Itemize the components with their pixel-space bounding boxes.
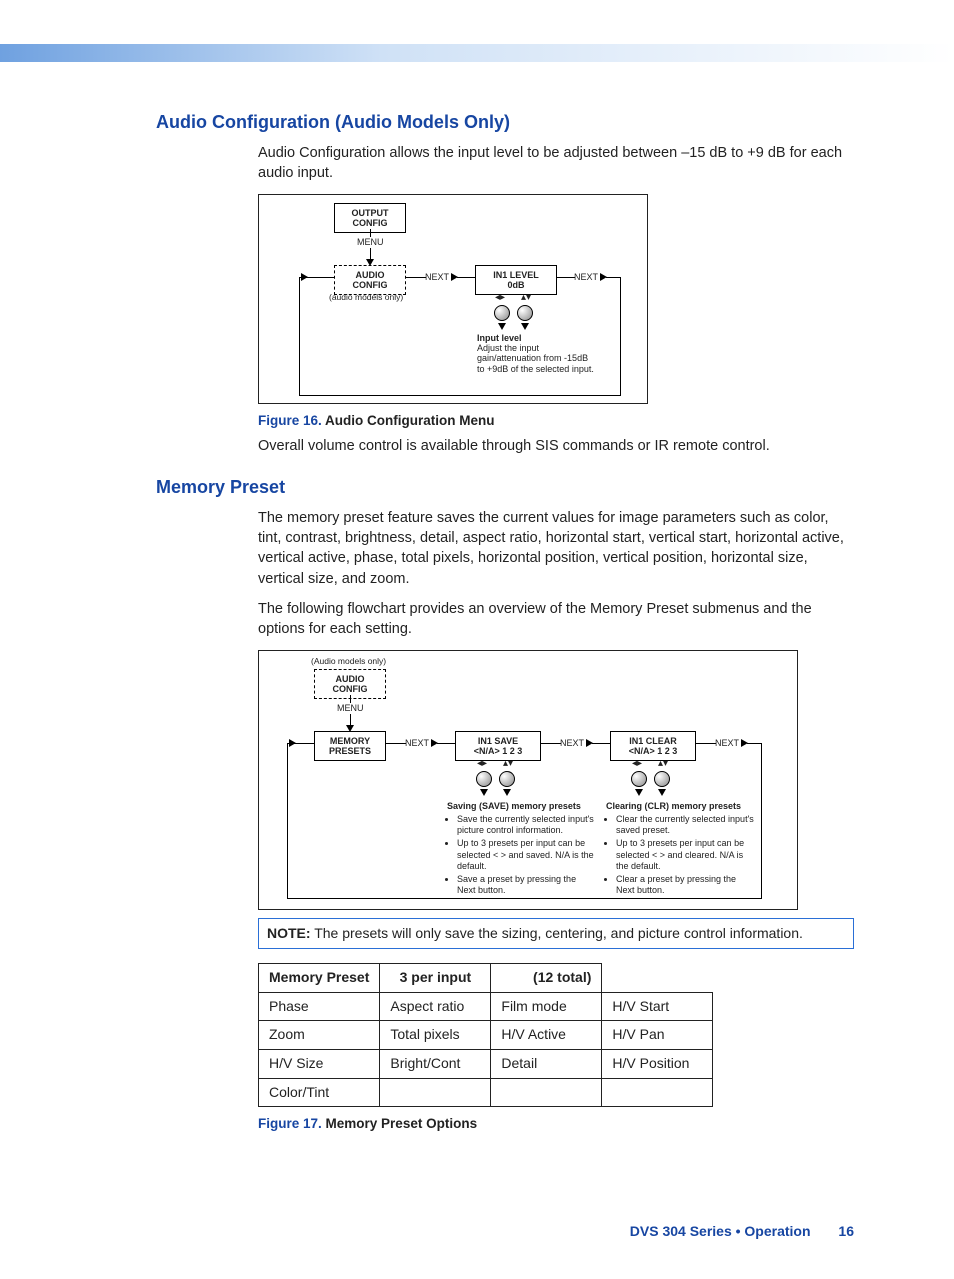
table-cell xyxy=(491,1078,602,1107)
save-bullets-title: Saving (SAVE) memory presets xyxy=(447,801,597,812)
table-cell: Film mode xyxy=(491,992,602,1021)
label-next-m3: NEXT xyxy=(715,738,739,748)
save-bullet-3: Save a preset by pressing the Next butto… xyxy=(457,874,597,897)
table-row: Color/Tint xyxy=(259,1078,713,1107)
knob-icon xyxy=(499,771,515,787)
heading-audio-config: Audio Configuration (Audio Models Only) xyxy=(156,112,854,133)
table-cell: H/V Pan xyxy=(602,1021,713,1050)
clear-bullet-2: Up to 3 presets per input can be selecte… xyxy=(616,838,756,872)
table-cell: Total pixels xyxy=(380,1021,491,1050)
table-cell: Aspect ratio xyxy=(380,992,491,1021)
knob-left-icon xyxy=(494,305,510,321)
clear-bullet-3: Clear a preset by pressing the Next butt… xyxy=(616,874,756,897)
table-cell: H/V Size xyxy=(259,1049,380,1078)
figure-17-title: Memory Preset Options xyxy=(322,1116,477,1131)
table-cell: Zoom xyxy=(259,1021,380,1050)
para-memory-intro: The memory preset feature saves the curr… xyxy=(258,508,854,589)
table-cell: 3 per input xyxy=(380,964,491,993)
para-memory-flowchart: The following flowchart provides an over… xyxy=(258,599,854,640)
page-footer: DVS 304 Series • Operation 16 xyxy=(630,1223,854,1239)
label-next-1: NEXT xyxy=(425,272,449,282)
box-in1-save: IN1 SAVE<N/A> 1 2 3 xyxy=(455,731,541,762)
table-cell: Phase xyxy=(259,992,380,1021)
table-row: Memory Preset 3 per input (12 total) xyxy=(259,964,713,993)
table-cell: (12 total) xyxy=(491,964,602,993)
box-memory-presets: MEMORYPRESETS xyxy=(314,731,386,762)
box-in1-level: IN1 LEVEL0dB xyxy=(475,265,557,296)
ud-arrows-icon: ▴▾ xyxy=(521,293,531,303)
label-next-m2: NEXT xyxy=(560,738,584,748)
heading-memory-preset: Memory Preset xyxy=(156,477,854,498)
ud-arrows-icon-2: ▴▾ xyxy=(503,759,513,769)
figure-16-diagram: OUTPUTCONFIG MENU AUDIOCONFIG (audio mod… xyxy=(258,194,648,404)
table-cell xyxy=(602,964,713,993)
note-label: NOTE: xyxy=(267,925,311,941)
label-menu-2: MENU xyxy=(337,703,364,713)
label-input-level-title: Input level xyxy=(477,333,522,343)
label-audio-models-only-2: (Audio models only) xyxy=(311,657,386,667)
label-audio-models-only: (audio models only) xyxy=(329,293,403,303)
table-row: Phase Aspect ratio Film mode H/V Start xyxy=(259,992,713,1021)
label-menu: MENU xyxy=(357,237,384,247)
save-bullet-2: Up to 3 presets per input can be selecte… xyxy=(457,838,597,872)
memory-preset-table: Memory Preset 3 per input (12 total) Pha… xyxy=(258,963,713,1107)
lr-arrows-icon-3: ◂▸ xyxy=(632,759,642,769)
label-next-m1: NEXT xyxy=(405,738,429,748)
figure-16-number: Figure 16. xyxy=(258,413,322,428)
knob-icon xyxy=(631,771,647,787)
box-in1-clear: IN1 CLEAR<N/A> 1 2 3 xyxy=(610,731,696,762)
footer-page-number: 16 xyxy=(838,1223,854,1239)
table-cell: H/V Position xyxy=(602,1049,713,1078)
para-audio-intro: Audio Configuration allows the input lev… xyxy=(258,143,854,184)
note-text: The presets will only save the sizing, c… xyxy=(311,925,803,941)
table-cell: Memory Preset xyxy=(259,964,380,993)
figure-17-number: Figure 17. xyxy=(258,1116,322,1131)
para-overall-volume: Overall volume control is available thro… xyxy=(258,436,854,456)
knob-icon xyxy=(654,771,670,787)
table-cell: Detail xyxy=(491,1049,602,1078)
table-cell: Color/Tint xyxy=(259,1078,380,1107)
clear-bullets-title: Clearing (CLR) memory presets xyxy=(606,801,756,812)
table-cell: Bright/Cont xyxy=(380,1049,491,1078)
lr-arrows-icon: ◂▸ xyxy=(495,293,505,303)
clear-bullet-1: Clear the currently selected input's sav… xyxy=(616,814,756,837)
knob-right-icon xyxy=(517,305,533,321)
page-accent-bar xyxy=(0,44,954,62)
table-cell xyxy=(380,1078,491,1107)
table-cell xyxy=(602,1078,713,1107)
label-next-2: NEXT xyxy=(574,272,598,282)
table-row: H/V Size Bright/Cont Detail H/V Position xyxy=(259,1049,713,1078)
ud-arrows-icon-3: ▴▾ xyxy=(658,759,668,769)
table-row: Zoom Total pixels H/V Active H/V Pan xyxy=(259,1021,713,1050)
box-audio-config: AUDIOCONFIG xyxy=(334,265,406,296)
note-box: NOTE: The presets will only save the siz… xyxy=(258,918,854,950)
figure-16-title: Audio Configuration Menu xyxy=(322,413,495,428)
footer-text: DVS 304 Series • Operation xyxy=(630,1223,811,1239)
lr-arrows-icon-2: ◂▸ xyxy=(477,759,487,769)
table-cell: H/V Active xyxy=(491,1021,602,1050)
table-cell: H/V Start xyxy=(602,992,713,1021)
save-bullet-1: Save the currently selected input's pict… xyxy=(457,814,597,837)
figure-17-diagram: (Audio models only) AUDIOCONFIG MENU MEM… xyxy=(258,650,798,910)
label-input-level-text: Adjust the input gain/attenuation from -… xyxy=(477,343,594,374)
knob-icon xyxy=(476,771,492,787)
